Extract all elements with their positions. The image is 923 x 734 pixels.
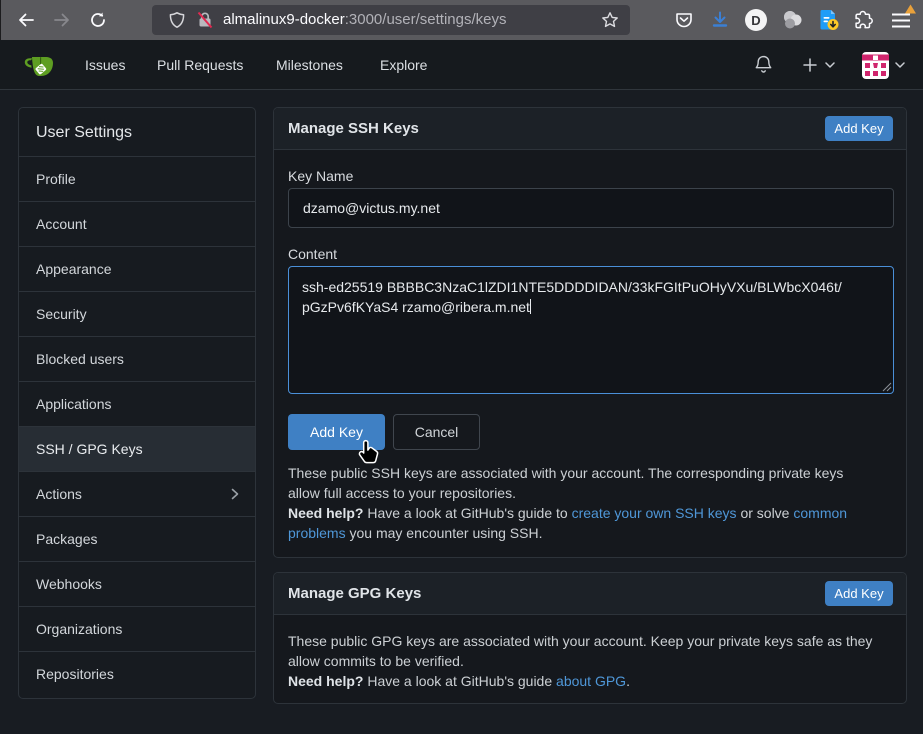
svg-text:D: D — [751, 13, 760, 28]
